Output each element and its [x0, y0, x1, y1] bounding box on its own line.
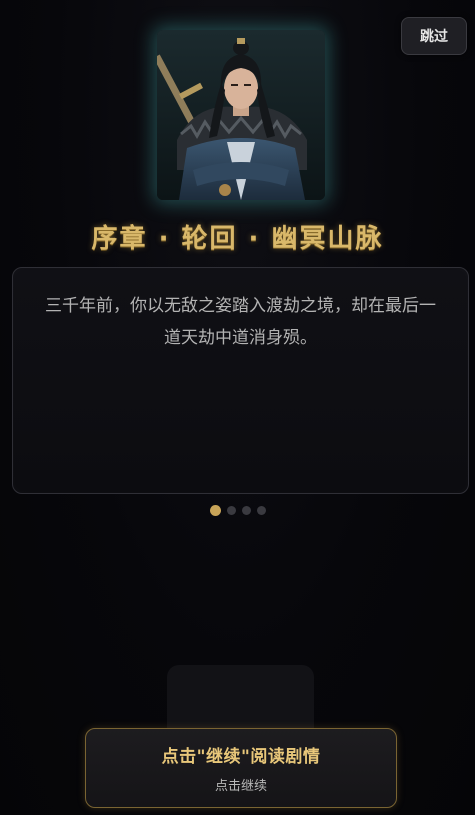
page-indicator [0, 504, 475, 516]
story-screen: 跳过 序章 · 轮回 · 幽冥山脉 三千年前，你以无敌之姿踏入渡劫之境，却在最后… [0, 0, 475, 815]
chapter-title: 序章 · 轮回 · 幽冥山脉 [91, 224, 384, 254]
continue-button-label: 点击"继续"阅读剧情 [161, 747, 321, 767]
story-text: 三千年前，你以无敌之姿踏入渡劫之境，却在最后一道天劫中道消身殒。 [45, 296, 436, 348]
page-dot-4 [256, 505, 266, 515]
character-portrait [157, 30, 325, 200]
story-text-box[interactable]: 三千年前，你以无敌之姿踏入渡劫之境，却在最后一道天劫中道消身殒。 [12, 267, 469, 494]
continue-button-hint: 点击继续 [214, 779, 267, 794]
skip-button[interactable]: 跳过 [401, 17, 467, 55]
page-dot-1 [209, 504, 221, 516]
page-dot-3 [241, 505, 251, 515]
page-dot-2 [226, 505, 236, 515]
continue-button[interactable]: 点击"继续"阅读剧情 点击继续 [85, 728, 397, 808]
swordsman-portrait-icon [157, 30, 325, 200]
